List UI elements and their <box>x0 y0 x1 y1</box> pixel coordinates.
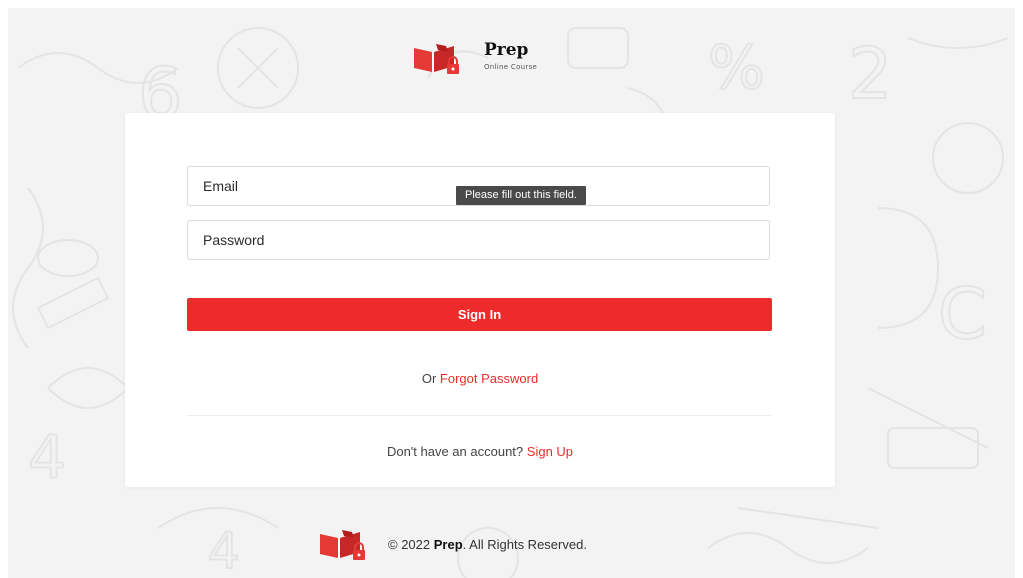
signup-prefix: Don't have an account? <box>386 444 524 459</box>
footer: © 2022 Prep. All Rights Reserved. <box>318 528 678 560</box>
forgot-password-link[interactable]: Forgot Password <box>440 371 538 386</box>
password-field[interactable] <box>187 220 770 260</box>
svg-text:C: C <box>938 273 987 355</box>
brand-subtitle: Online Course <box>484 63 538 71</box>
copyright-text: © 2022 Prep. All Rights Reserved. <box>388 537 587 552</box>
sign-up-link[interactable]: Sign Up <box>527 444 573 459</box>
svg-text:4: 4 <box>208 522 240 578</box>
page-background: 6 % 2 4 C 4 Prep Online Course Email Ple… <box>8 8 1015 578</box>
validation-tooltip: Please fill out this field. <box>456 186 586 205</box>
divider <box>187 415 772 416</box>
svg-text:%: % <box>708 33 765 103</box>
forgot-password-row: Or Forgot Password <box>125 371 835 386</box>
book-with-lock-icon <box>320 530 365 560</box>
signup-row: Don't have an account? Sign Up <box>125 444 835 459</box>
svg-text:2: 2 <box>848 33 893 115</box>
brand-logo[interactable]: Prep Online Course <box>412 38 572 82</box>
sign-in-button[interactable]: Sign In <box>187 298 772 331</box>
copyright-suffix: . All Rights Reserved. <box>462 537 587 552</box>
brand-name: Prep <box>484 40 529 60</box>
book-with-lock-icon <box>414 44 459 74</box>
copyright-prefix: © 2022 <box>388 537 431 552</box>
forgot-prefix: Or <box>421 371 437 386</box>
svg-text:4: 4 <box>28 423 66 493</box>
footer-brand: Prep <box>433 537 463 552</box>
login-card: Please fill out this field. Sign In Or F… <box>125 113 835 487</box>
